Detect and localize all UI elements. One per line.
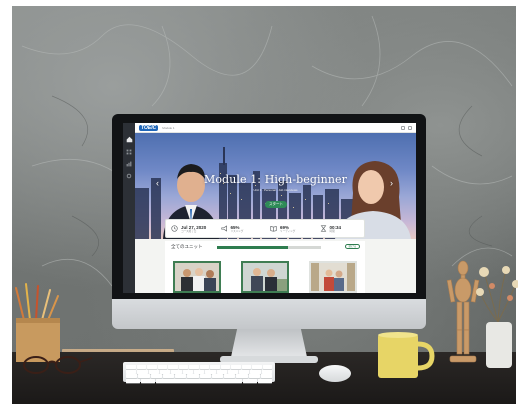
continue-button[interactable]: 続ける <box>345 244 360 249</box>
stat-listening: 65% リスニング <box>216 225 266 233</box>
breadcrumb[interactable]: Module 1 <box>162 126 174 130</box>
megaphone-icon <box>220 225 227 232</box>
stat-label: コース終了日 <box>181 229 197 233</box>
stat-label: リスニング <box>230 229 244 233</box>
unit-thumbnail-1[interactable] <box>173 261 221 293</box>
units-heading: 全てのユニット <box>171 244 203 249</box>
book-icon <box>270 225 277 232</box>
unit-thumbnail-3[interactable] <box>309 261 357 293</box>
units-panel: 全てのユニット 続ける <box>165 241 365 293</box>
stat-reading: 69% リーディング <box>265 225 315 233</box>
grid-icon[interactable] <box>126 149 132 155</box>
chart-icon[interactable] <box>126 161 132 167</box>
window-controls <box>401 125 412 130</box>
store-photo <box>311 263 355 291</box>
module-title: Module 1: High-beginner <box>203 173 348 186</box>
units-progress-fill <box>217 246 288 249</box>
sidebar <box>123 123 135 293</box>
stat-label: リーディング <box>280 229 296 233</box>
start-button[interactable]: スタート <box>265 201 287 208</box>
learning-app-screen: TOEIC Module 1 ‹ › Module 1: High-beginn… <box>123 123 416 293</box>
keyboard <box>123 362 275 383</box>
clock-icon <box>171 225 178 232</box>
meeting-photo <box>175 263 219 291</box>
stats-bar: Jul 27, 2020 コース終了日 65% リスニング 69% リーディング <box>165 219 365 238</box>
units-progress-bar <box>217 246 321 249</box>
stat-label: 時間 <box>329 229 335 233</box>
monitor-chin <box>112 299 426 329</box>
office-photo <box>243 263 287 291</box>
yellow-mug <box>378 332 435 378</box>
stat-end-date: Jul 27, 2020 コース終了日 <box>166 225 216 233</box>
dried-flowers-vase <box>476 266 518 368</box>
home-icon[interactable] <box>126 136 133 143</box>
close-icon[interactable] <box>408 125 412 130</box>
hourglass-icon <box>320 225 326 232</box>
eyeglasses <box>23 356 93 374</box>
top-bar: TOEIC Module 1 <box>135 123 416 133</box>
unit-thumbnail-2[interactable] <box>241 261 289 293</box>
minimize-icon[interactable] <box>401 125 405 130</box>
gear-icon[interactable] <box>126 173 132 179</box>
monitor-stand <box>231 329 307 357</box>
app-logo[interactable]: TOEIC <box>139 124 159 131</box>
module-subtitle: Unit 1 · Personal · Job interviews <box>253 188 298 192</box>
stat-time: 00:34 時間 <box>315 225 365 233</box>
mouse <box>319 365 351 382</box>
